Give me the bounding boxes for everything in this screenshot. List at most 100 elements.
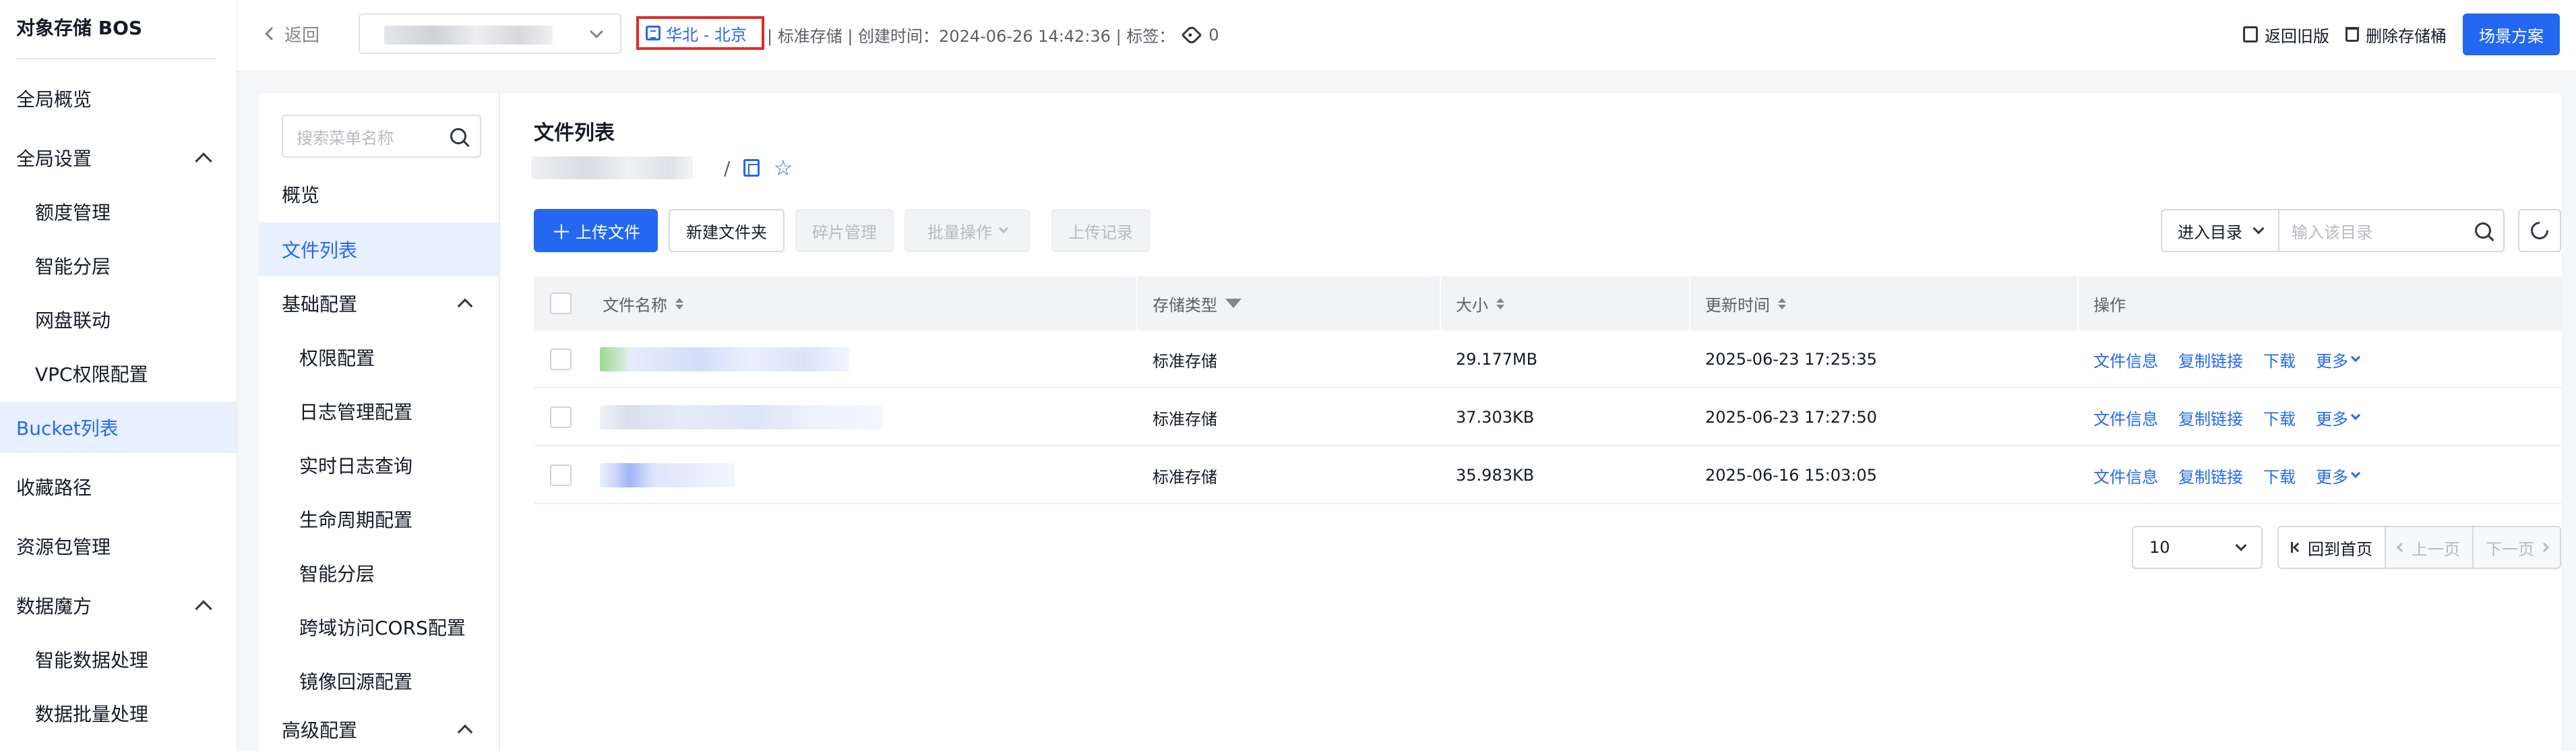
bucket-select[interactable] — [359, 13, 621, 54]
filter-icon[interactable] — [1225, 299, 1241, 308]
table-row: 标准存储 37.303KB 2025-06-23 17:27:50 文件信息 复… — [534, 388, 2561, 446]
file-name-cell[interactable] — [600, 330, 849, 388]
column-divider — [2077, 276, 2079, 330]
sidebar-item-label: Bucket列表 — [16, 417, 119, 440]
actions-cell: 文件信息 复制链接 下载 更多 — [2093, 330, 2361, 388]
bucket-name-redacted — [384, 26, 553, 44]
chevron-up-icon — [195, 600, 212, 618]
file-info-link[interactable]: 文件信息 — [2093, 464, 2158, 487]
row-checkbox[interactable] — [550, 349, 572, 370]
table-row: 标准存储 35.983KB 2025-06-16 15:03:05 文件信息 复… — [534, 446, 2561, 504]
file-name-cell[interactable] — [600, 446, 735, 504]
star-icon[interactable]: ☆ — [773, 157, 793, 179]
old-version-label: 返回旧版 — [2265, 26, 2329, 46]
sort-icon — [1778, 297, 1786, 309]
select-all-checkbox[interactable] — [550, 293, 572, 314]
sidebar-item-overview[interactable]: 全局概览 — [0, 74, 237, 123]
sidebar-item-label: 资源包管理 — [16, 536, 111, 558]
submenu-item-log-config[interactable]: 日志管理配置 — [259, 384, 499, 438]
sidebar-item-vpc[interactable]: VPC权限配置 — [0, 349, 237, 398]
bucket-submenu: 搜索菜单名称 概览 文件列表 基础配置 权限配置 日志管理配置 实时日志查询 生… — [259, 93, 500, 751]
prev-page-button[interactable]: 上一页 — [2386, 527, 2474, 568]
sidebar-item-global-settings[interactable]: 全局设置 — [0, 133, 237, 182]
copy-link-link[interactable]: 复制链接 — [2178, 348, 2243, 371]
goto-directory-input[interactable]: 输入该目录 — [2279, 210, 2503, 251]
upload-log-button[interactable]: 上传记录 — [1051, 209, 1150, 252]
submenu-item-realtime-log[interactable]: 实时日志查询 — [259, 438, 499, 492]
chevron-down-icon — [2350, 410, 2361, 421]
submenu-item-tiering[interactable]: 智能分层 — [259, 546, 499, 600]
first-page-button[interactable]: 回到首页 — [2279, 527, 2386, 568]
sidebar-divider — [16, 58, 216, 59]
row-checkbox[interactable] — [550, 407, 572, 428]
col-actions-label: 操作 — [2093, 295, 2126, 315]
row-checkbox[interactable] — [550, 464, 572, 486]
copy-icon[interactable] — [743, 159, 760, 177]
submenu-item-cors[interactable]: 跨域访问CORS配置 — [259, 600, 499, 654]
submenu-item-advanced-config[interactable]: 高级配置 — [259, 708, 499, 751]
col-name[interactable]: 文件名称 — [603, 276, 683, 330]
fragments-button[interactable]: 碎片管理 — [795, 209, 894, 252]
more-label: 更多 — [2316, 467, 2348, 487]
sidebar-item-netdisk[interactable]: 网盘联动 — [0, 295, 237, 344]
file-info-link[interactable]: 文件信息 — [2093, 406, 2158, 429]
bucket-path-redacted[interactable] — [531, 156, 693, 179]
more-dropdown[interactable]: 更多 — [2316, 464, 2361, 487]
top-header: 返回 华北 - 北京 | 标准存储 | 创建时间：2024-06-26 14:4… — [237, 0, 2576, 71]
download-link[interactable]: 下载 — [2263, 348, 2296, 371]
submenu-item-file-list[interactable]: 文件列表 — [259, 222, 499, 276]
sidebar-item-tiering[interactable]: 智能分层 — [0, 241, 237, 290]
sidebar-item-favorites[interactable]: 收藏路径 — [0, 462, 237, 511]
copy-link-link[interactable]: 复制链接 — [2178, 406, 2243, 429]
download-link[interactable]: 下载 — [2263, 464, 2296, 487]
column-divider — [1689, 276, 1690, 330]
tag-icon[interactable] — [1181, 24, 1202, 46]
delete-bucket-link[interactable]: 删除存储桶 — [2345, 23, 2447, 47]
copy-link-link[interactable]: 复制链接 — [2178, 464, 2243, 487]
exit-icon — [2243, 26, 2258, 42]
submenu-item-label: 日志管理配置 — [299, 401, 413, 423]
col-updated[interactable]: 更新时间 — [1705, 276, 1786, 330]
submenu-item-lifecycle[interactable]: 生命周期配置 — [259, 492, 499, 546]
new-folder-button[interactable]: 新建文件夹 — [669, 209, 785, 252]
menu-search-input[interactable]: 搜索菜单名称 — [282, 115, 481, 158]
submenu-item-overview[interactable]: 概览 — [259, 167, 499, 221]
submenu-item-basic-config[interactable]: 基础配置 — [259, 276, 499, 330]
next-page-button[interactable]: 下一页 — [2474, 527, 2560, 568]
submenu-item-permissions[interactable]: 权限配置 — [259, 330, 499, 384]
batch-ops-button[interactable]: 批量操作 — [904, 209, 1030, 252]
bucket-meta-text: | 标准存储 | 创建时间：2024-06-26 14:42:36 | 标签： — [767, 27, 1175, 46]
search-icon[interactable] — [2475, 222, 2491, 239]
region-label: 华北 - 北京 — [666, 25, 747, 44]
refresh-button[interactable] — [2518, 209, 2561, 252]
file-info-link[interactable]: 文件信息 — [2093, 348, 2158, 371]
sidebar-item-smart-processing[interactable]: 智能数据处理 — [0, 635, 237, 684]
page-size-select[interactable]: 10 — [2132, 526, 2263, 569]
file-name-redacted — [600, 347, 849, 371]
sidebar-item-batch-processing[interactable]: 数据批量处理 — [0, 689, 237, 738]
sidebar-item-quota[interactable]: 额度管理 — [0, 187, 237, 236]
submenu-item-label: 基础配置 — [282, 293, 358, 316]
scenario-button[interactable]: 场景方案 — [2463, 13, 2560, 55]
sidebar-item-data-cube[interactable]: 数据魔方 — [0, 581, 237, 630]
col-name-label: 文件名称 — [603, 295, 667, 315]
size-cell: 37.303KB — [1456, 408, 1535, 427]
more-dropdown[interactable]: 更多 — [2316, 348, 2361, 371]
chevron-left-icon — [265, 27, 278, 40]
plus-icon: ＋ — [551, 221, 572, 245]
chevron-down-icon — [2235, 539, 2247, 551]
upload-button[interactable]: ＋ 上传文件 — [534, 209, 658, 252]
col-size[interactable]: 大小 — [1456, 276, 1504, 330]
updated-cell: 2025-06-23 17:27:50 — [1705, 408, 1877, 427]
more-dropdown[interactable]: 更多 — [2316, 406, 2361, 429]
download-link[interactable]: 下载 — [2263, 406, 2296, 429]
sidebar-item-bucket-list[interactable]: Bucket列表 — [0, 402, 237, 453]
file-name-redacted — [600, 463, 735, 487]
path-separator: / — [724, 156, 731, 179]
file-name-cell[interactable] — [600, 388, 883, 446]
back-button[interactable]: 返回 — [265, 20, 319, 47]
submenu-item-mirror[interactable]: 镜像回源配置 — [259, 654, 499, 708]
sidebar-item-packages[interactable]: 资源包管理 — [0, 522, 237, 570]
goto-mode-select[interactable]: 进入目录 — [2162, 210, 2279, 251]
old-version-link[interactable]: 返回旧版 — [2243, 23, 2329, 47]
